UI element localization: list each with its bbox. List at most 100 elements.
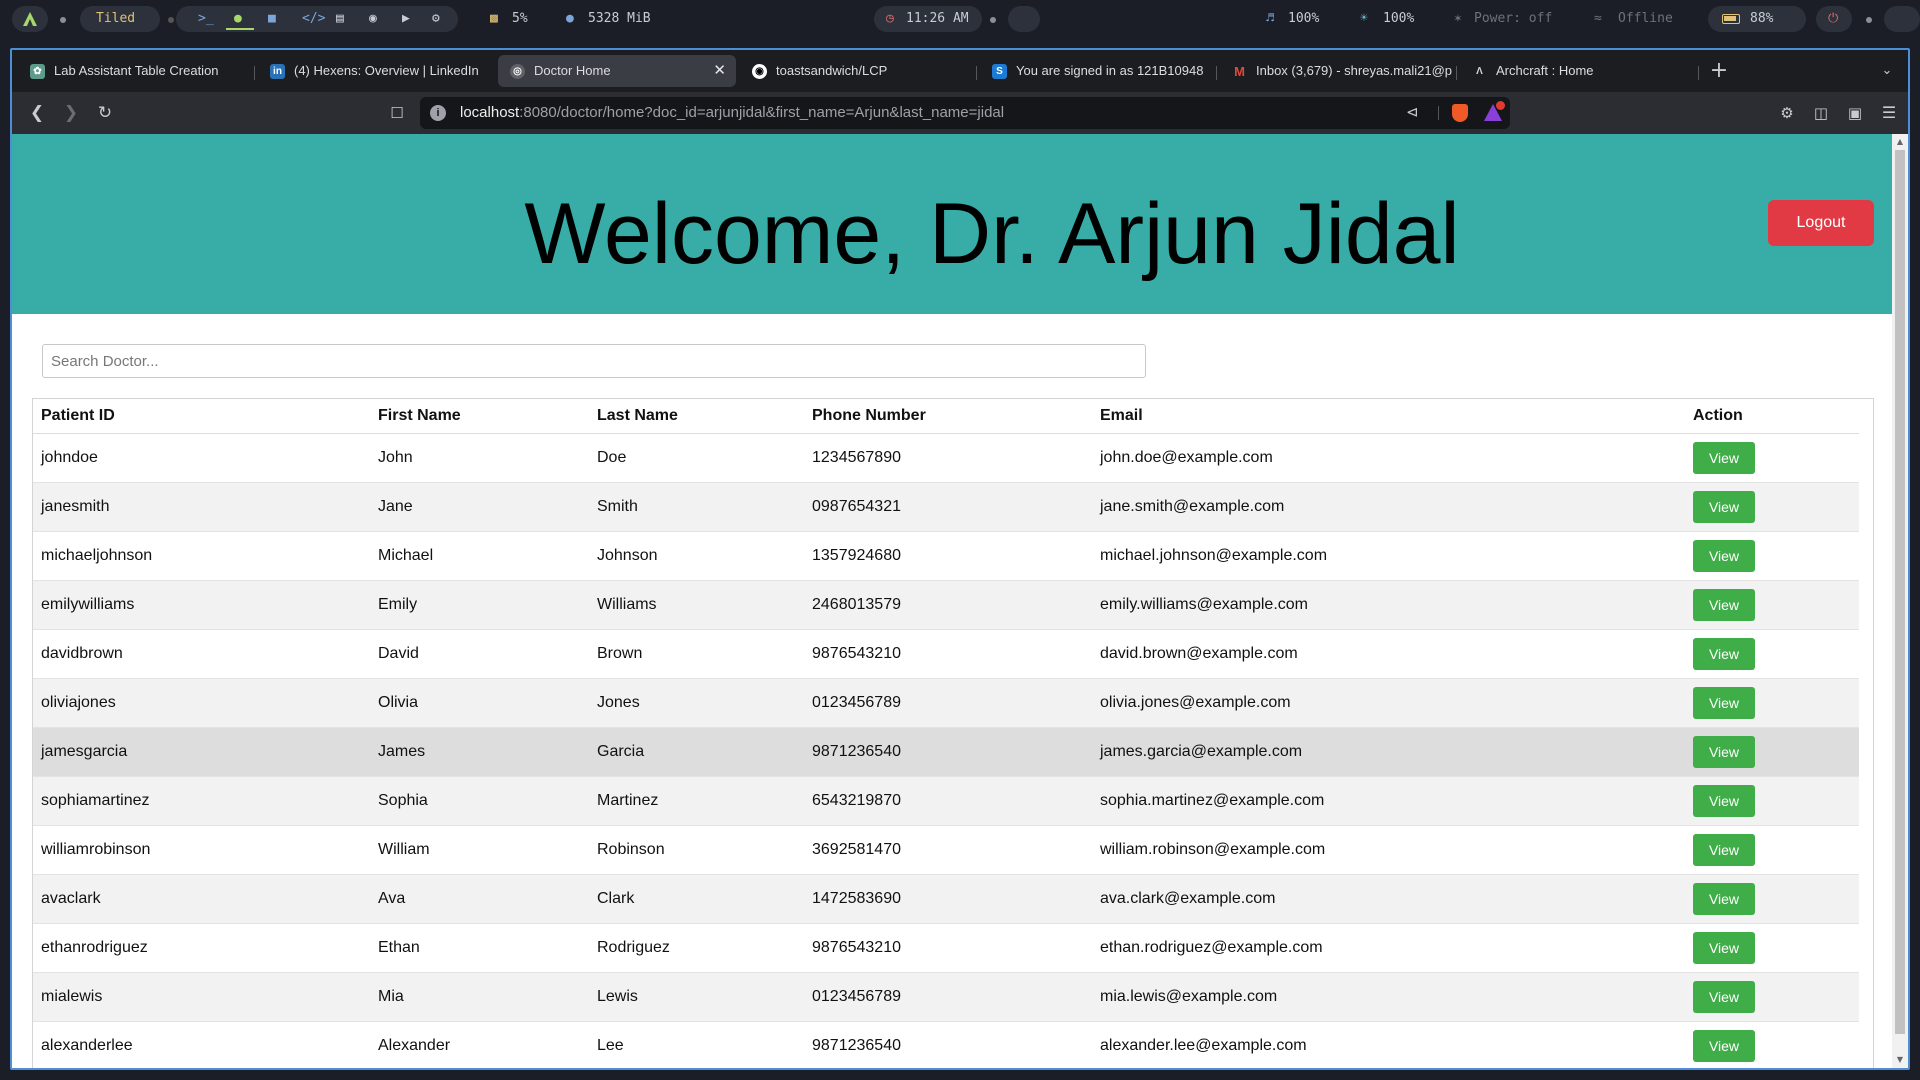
layout-indicator[interactable]: Tiled xyxy=(80,6,160,32)
table-row[interactable]: davidbrown David Brown 9876543210 david.brow… xyxy=(33,629,1859,679)
table-row[interactable]: ethanrodriguez Ethan Rodriguez 9876543210 et… xyxy=(33,923,1859,973)
browser-icon[interactable]: ● xyxy=(234,9,242,29)
phone-cell: 3692581470 xyxy=(804,825,1092,875)
action-cell: View xyxy=(1685,678,1859,728)
address-bar[interactable]: i localhost:8080/doctor/home?doc_id=arju… xyxy=(420,97,1510,129)
terminal-icon[interactable]: >_ xyxy=(198,9,214,29)
browser-window: ✿ Lab Assistant Table Creation in (4) He… xyxy=(10,48,1910,1070)
table-row[interactable]: janesmith Jane Smith 0987654321 jane.smith@e… xyxy=(33,482,1859,532)
view-button[interactable]: View xyxy=(1693,686,1755,719)
power-button[interactable]: ⏻ xyxy=(1816,6,1852,32)
table-row[interactable]: alexanderlee Alexander Lee 9871236540 alexan… xyxy=(33,1021,1859,1068)
search-input[interactable] xyxy=(42,344,1146,378)
view-button[interactable]: View xyxy=(1693,539,1755,572)
view-button[interactable]: View xyxy=(1693,882,1755,915)
tab-doctor-home[interactable]: ◎ Doctor Home ✕ xyxy=(498,55,736,87)
brave-shield-icon[interactable] xyxy=(1452,104,1468,122)
table-row[interactable]: williamrobinson William Robinson 3692581470… xyxy=(33,825,1859,875)
logout-button[interactable]: Logout xyxy=(1768,200,1874,246)
view-button[interactable]: View xyxy=(1693,980,1755,1013)
view-button[interactable]: View xyxy=(1693,637,1755,670)
linkedin-icon: in xyxy=(270,64,285,79)
last-name-cell: Robinson xyxy=(589,825,804,875)
page-scrollbar-thumb[interactable] xyxy=(1895,150,1905,1034)
table-row[interactable]: emilywilliams Emily Williams 2468013579 emil… xyxy=(33,580,1859,630)
bookmark-icon[interactable]: ☐ xyxy=(384,100,410,126)
site-info-icon[interactable]: i xyxy=(430,105,446,121)
tab-archcraft[interactable]: Λ Archcraft : Home xyxy=(1460,55,1692,87)
table-row[interactable]: oliviajones Olivia Jones 0123456789 olivia.j… xyxy=(33,678,1859,728)
url-text: localhost:8080/doctor/home?doc_id=arjunj… xyxy=(460,97,1004,129)
page-scroll-up-arrow-icon[interactable]: ▲ xyxy=(1895,136,1905,148)
view-button[interactable]: View xyxy=(1693,1029,1755,1062)
table-row[interactable]: johndoe John Doe 1234567890 john.doe@example… xyxy=(33,433,1859,483)
reload-icon[interactable]: ↻ xyxy=(92,100,118,126)
rewards-badge xyxy=(1496,101,1505,110)
settings-gear-icon[interactable]: ⚙ xyxy=(432,9,440,29)
view-button[interactable]: View xyxy=(1693,833,1755,866)
folder-icon[interactable]: ■ xyxy=(268,9,276,29)
share-icon[interactable]: ⊲ xyxy=(1406,97,1419,129)
view-button[interactable]: View xyxy=(1693,931,1755,964)
tab-gmail[interactable]: M Inbox (3,679) - shreyas.mali21@pc xyxy=(1220,55,1452,87)
action-cell: View xyxy=(1685,1021,1859,1068)
tab-signed-in[interactable]: S You are signed in as 121B10948 xyxy=(980,55,1212,87)
view-button[interactable]: View xyxy=(1693,490,1755,523)
new-tab-plus-icon[interactable]: + xyxy=(1706,58,1732,84)
sidebar-toggle-icon[interactable]: ◫ xyxy=(1808,100,1834,126)
last-name-cell: Rodriguez xyxy=(589,923,804,973)
page-scroll-down-arrow-icon[interactable]: ▼ xyxy=(1895,1054,1905,1066)
column-header-phone: Phone Number xyxy=(804,399,1092,434)
wallet-icon[interactable]: ▣ xyxy=(1842,100,1868,126)
bluetooth-icon[interactable]: ✶ xyxy=(1454,9,1462,29)
battery-widget[interactable]: 88% xyxy=(1708,6,1806,32)
table-row[interactable]: avaclark Ava Clark 1472583690 ava.clark@exam… xyxy=(33,874,1859,924)
patients-table: Patient ID First Name Last Name Phone Nu… xyxy=(33,399,1859,1068)
menu-hamburger-icon[interactable]: ☰ xyxy=(1876,100,1902,126)
code-editor-icon[interactable]: </> xyxy=(302,9,325,29)
power-icon: ⏻ xyxy=(1828,11,1839,26)
email-cell: jane.smith@example.com xyxy=(1092,482,1685,532)
forward-arrow-icon[interactable]: ❯ xyxy=(58,100,84,126)
action-cell: View xyxy=(1685,629,1859,679)
system-panel: Tiled >_ ● ■ </> ▤ ◉ ▶ ⚙ ▩ 5% ● 5328 MiB… xyxy=(0,0,1920,38)
close-tab-icon[interactable]: ✕ xyxy=(713,55,726,87)
action-cell: View xyxy=(1685,482,1859,532)
phone-cell: 2468013579 xyxy=(804,580,1092,630)
brightness-icon[interactable]: ☀ xyxy=(1360,9,1368,29)
tab-github[interactable]: ◉ toastsandwich/LCP xyxy=(740,55,972,87)
page-scrollbar[interactable]: ▲ ▼ xyxy=(1892,134,1908,1068)
tab-title: You are signed in as 121B10948 xyxy=(1016,63,1204,78)
media-icon[interactable]: ▶ xyxy=(402,9,410,29)
volume-icon[interactable]: ♬ xyxy=(1266,9,1274,29)
patient-id-cell: avaclark xyxy=(33,874,370,924)
last-name-cell: Garcia xyxy=(589,727,804,777)
table-row[interactable]: sophiamartinez Sophia Martinez 6543219870 so… xyxy=(33,776,1859,826)
last-name-cell: Clark xyxy=(589,874,804,924)
cpu-chart-icon: ▩ xyxy=(490,11,498,26)
last-name-cell: Lewis xyxy=(589,972,804,1022)
back-arrow-icon[interactable]: ❮ xyxy=(24,100,50,126)
table-row[interactable]: jamesgarcia James Garcia 9871236540 james.ga… xyxy=(33,727,1859,777)
tab-list-chevron-down-icon[interactable]: ⌄ xyxy=(1874,58,1900,84)
launcher-button[interactable] xyxy=(12,6,48,32)
table-header-row: Patient ID First Name Last Name Phone Nu… xyxy=(33,399,1859,434)
welcome-heading: Welcome, Dr. Arjun Jidal xyxy=(524,186,1460,282)
view-button[interactable]: View xyxy=(1693,588,1755,621)
chat-icon[interactable]: ◉ xyxy=(369,9,377,29)
tab-linkedin[interactable]: in (4) Hexens: Overview | LinkedIn xyxy=(258,55,490,87)
extensions-puzzle-icon[interactable]: ⚙ xyxy=(1774,100,1800,126)
view-button[interactable]: View xyxy=(1693,735,1755,768)
patients-table-container: Patient ID First Name Last Name Phone Nu… xyxy=(32,398,1874,1068)
phone-cell: 6543219870 xyxy=(804,776,1092,826)
tab-title: (4) Hexens: Overview | LinkedIn xyxy=(294,63,479,78)
wifi-icon[interactable]: ≈ xyxy=(1594,9,1602,29)
tab-lab-assistant[interactable]: ✿ Lab Assistant Table Creation xyxy=(18,55,250,87)
view-button[interactable]: View xyxy=(1693,441,1755,474)
table-row[interactable]: mialewis Mia Lewis 0123456789 mia.lewis@exam… xyxy=(33,972,1859,1022)
clock-widget[interactable]: ◷ 11:26 AM xyxy=(874,6,982,32)
table-row[interactable]: michaeljohnson Michael Johnson 1357924680 mi… xyxy=(33,531,1859,581)
notes-icon[interactable]: ▤ xyxy=(336,9,344,29)
view-button[interactable]: View xyxy=(1693,784,1755,817)
battery-icon xyxy=(1722,14,1740,24)
